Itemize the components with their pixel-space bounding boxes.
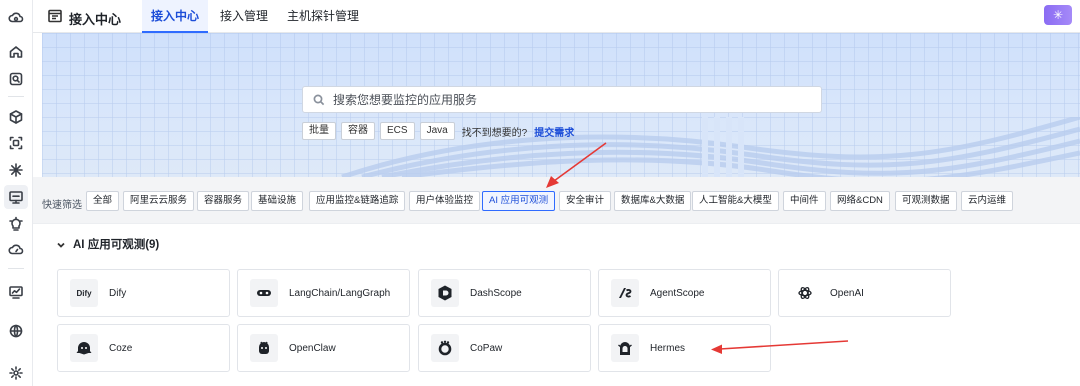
quick-tag-container[interactable]: 容器: [341, 122, 375, 140]
filter-observability-data[interactable]: 可观测数据: [895, 191, 957, 211]
card-agentscope[interactable]: AgentScope: [598, 269, 771, 317]
app-root: 接入中心 接入中心 接入管理 主机探针管理 ✳ 搜索您想要监控的应用服务 批量 …: [0, 0, 1080, 386]
cloud-gauge-icon[interactable]: [7, 241, 25, 259]
sparkle-icon: ✳: [1052, 8, 1064, 22]
filter-all[interactable]: 全部: [86, 191, 120, 211]
integration-center-icon[interactable]: [4, 185, 28, 209]
rail-divider: [8, 268, 24, 269]
rail-divider: [8, 96, 24, 97]
openclaw-logo-icon: [250, 334, 278, 362]
quick-tag-row: 批量 容器 ECS Java 找不到想要的? 提交需求: [302, 122, 574, 140]
filter-database-bigdata[interactable]: 数据库&大数据: [614, 191, 692, 211]
filter-network-cdn[interactable]: 网络&CDN: [830, 191, 890, 211]
card-name: OpenAI: [830, 287, 864, 299]
chevron-down-icon: [57, 240, 65, 248]
ai-assistant-button[interactable]: ✳: [1044, 5, 1072, 25]
dashboard-screen-icon[interactable]: [7, 283, 25, 301]
agentscope-logo-icon: [611, 279, 639, 307]
card-hermes[interactable]: Hermes: [598, 324, 771, 372]
scan-target-icon[interactable]: [7, 134, 25, 152]
tab-integration-center[interactable]: 接入中心: [142, 0, 208, 33]
console-window-icon: [47, 8, 63, 24]
card-name: Hermes: [650, 342, 686, 354]
openai-logo-icon: [791, 279, 819, 307]
quick-tag-ecs[interactable]: ECS: [380, 122, 415, 140]
card-name: DashScope: [470, 287, 522, 299]
filter-middleware[interactable]: 中间件: [783, 191, 826, 211]
card-copaw[interactable]: CoPaw: [418, 324, 591, 372]
filter-cloud-ops[interactable]: 云内运维: [961, 191, 1014, 211]
card-name: LangChain/LangGraph: [289, 287, 391, 299]
quick-tag-java[interactable]: Java: [419, 122, 455, 140]
alert-bulb-icon[interactable]: [7, 215, 25, 233]
copaw-logo-icon: [431, 334, 459, 362]
global-network-icon[interactable]: [7, 322, 25, 340]
tab-integration-management[interactable]: 接入管理: [220, 0, 268, 33]
quick-filter-label: 快速筛选: [42, 200, 82, 211]
not-found-hint: 找不到想要的?: [461, 127, 528, 139]
quick-tag-batch[interactable]: 批量: [302, 122, 336, 140]
card-name: Dify: [109, 287, 127, 299]
card-openclaw[interactable]: OpenClaw: [237, 324, 410, 372]
submit-request-link[interactable]: 提交需求: [534, 124, 574, 139]
dashscope-logo-icon: [431, 279, 459, 307]
card-name: CoPaw: [470, 342, 503, 354]
card-name: AgentScope: [650, 287, 705, 299]
filter-user-experience[interactable]: 用户体验监控: [409, 191, 481, 211]
filter-security-audit[interactable]: 安全审计: [559, 191, 612, 211]
filter-container-services[interactable]: 容器服务: [197, 191, 250, 211]
section-title: AI 应用可观测(9): [73, 239, 160, 251]
settings-gear-icon[interactable]: [7, 364, 25, 382]
card-dashscope[interactable]: DashScope: [418, 269, 591, 317]
hermes-logo-icon: [611, 334, 639, 362]
left-nav-rail: [0, 0, 33, 386]
card-name: OpenClaw: [289, 342, 336, 354]
filter-aliyun-services[interactable]: 阿里云云服务: [123, 191, 195, 211]
search-icon: [313, 94, 325, 105]
langchain-logo-icon: [250, 279, 278, 307]
coze-logo-icon: [70, 334, 98, 362]
filter-ai-llm[interactable]: 人工智能&大模型: [692, 191, 779, 211]
filter-ai-observability[interactable]: AI 应用可观测: [482, 191, 556, 211]
card-dify[interactable]: Dify Dify: [57, 269, 230, 317]
dify-logo-icon: Dify: [70, 279, 98, 307]
home-icon[interactable]: [7, 43, 25, 61]
card-name: Coze: [109, 342, 133, 354]
section-header[interactable]: AI 应用可观测(9): [57, 236, 159, 252]
service-search-box[interactable]: [302, 86, 822, 113]
card-langchain[interactable]: LangChain/LangGraph: [237, 269, 410, 317]
tab-host-probe-management[interactable]: 主机探针管理: [287, 0, 359, 33]
card-coze[interactable]: Coze: [57, 324, 230, 372]
burst-icon[interactable]: [7, 161, 25, 179]
search-input[interactable]: [333, 92, 803, 107]
card-openai[interactable]: OpenAI: [778, 269, 951, 317]
filter-apm-tracing[interactable]: 应用监控&链路追踪: [309, 191, 406, 211]
top-bar: 接入中心 接入中心 接入管理 主机探针管理 ✳: [33, 0, 1080, 33]
cloud-monitor-logo-icon[interactable]: [7, 9, 25, 27]
page-title: 接入中心: [69, 12, 122, 27]
cube-icon[interactable]: [7, 108, 25, 126]
search-analytics-icon[interactable]: [7, 70, 25, 88]
filter-infrastructure[interactable]: 基础设施: [251, 191, 304, 211]
